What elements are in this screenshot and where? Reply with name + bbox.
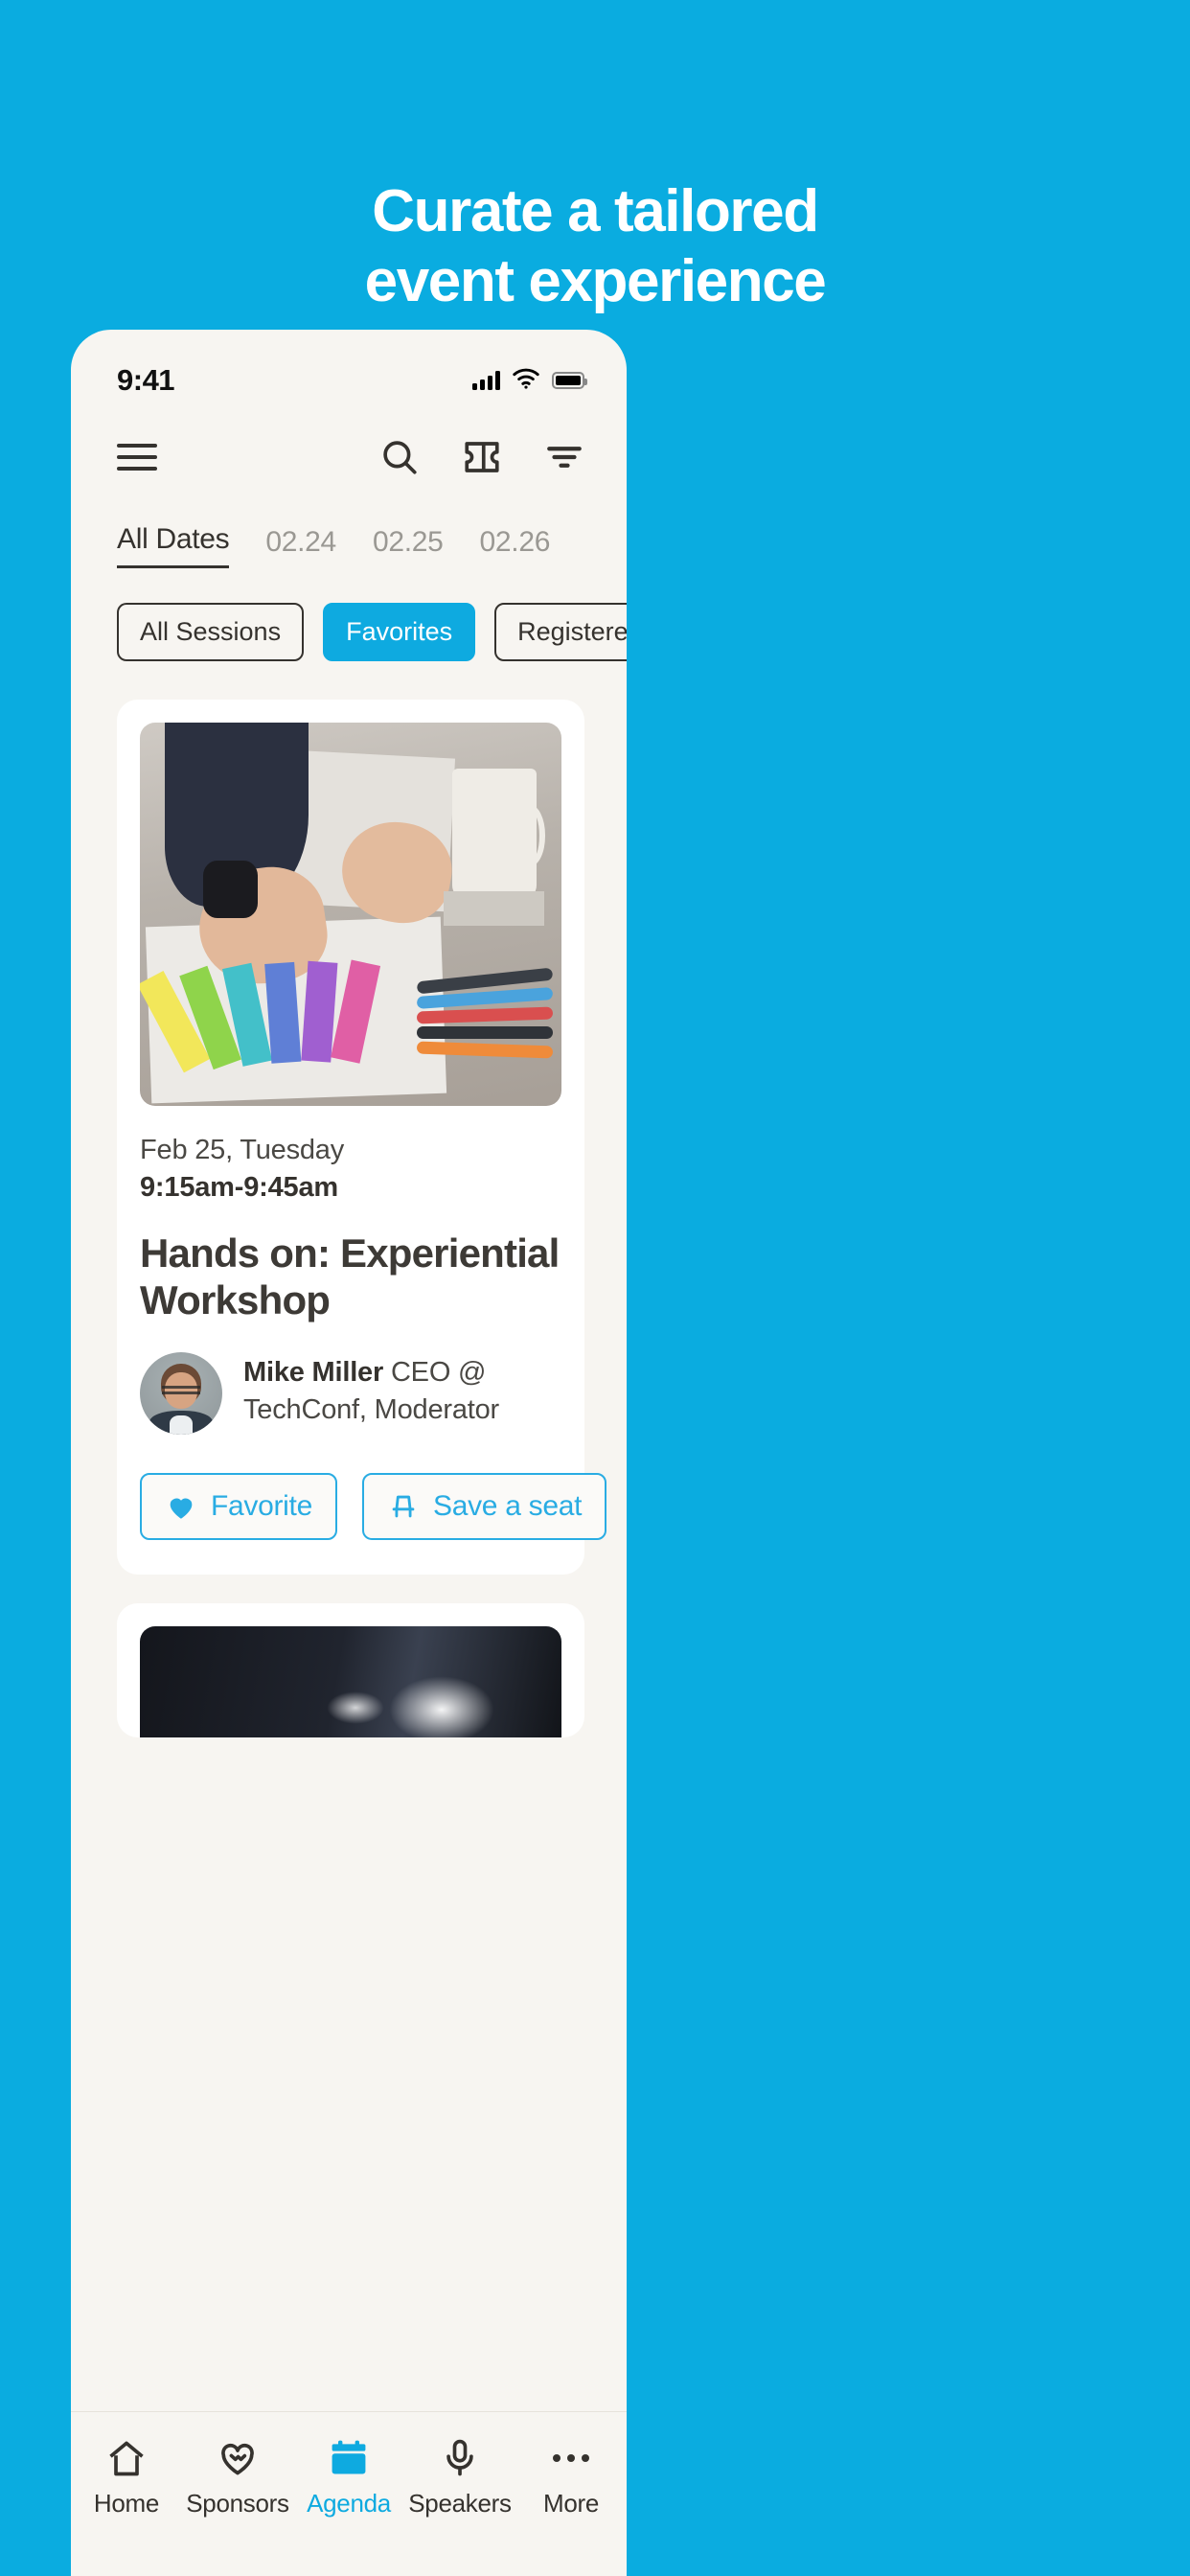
favorite-button[interactable]: Favorite xyxy=(140,1473,337,1541)
app-header xyxy=(71,410,627,487)
next-session-image xyxy=(140,1626,561,1738)
chip-all-sessions[interactable]: All Sessions xyxy=(117,603,305,661)
session-speaker[interactable]: Mike Miller CEO @ TechConf, Moderator xyxy=(140,1352,561,1436)
nav-item-agenda[interactable]: Agenda xyxy=(293,2437,404,2518)
nav-label-more: More xyxy=(542,2489,600,2518)
nav-item-home[interactable]: Home xyxy=(71,2437,182,2518)
filter-chip-group: All Sessions Favorites Registered xyxy=(71,568,627,661)
nav-label-speakers: Speakers xyxy=(408,2489,512,2518)
date-tab-0224[interactable]: 02.24 xyxy=(265,526,336,568)
nav-item-more[interactable]: More xyxy=(515,2437,627,2518)
search-icon[interactable] xyxy=(379,437,420,477)
nav-label-home: Home xyxy=(93,2489,160,2518)
filter-icon[interactable] xyxy=(544,437,584,477)
headline-line-1: Curate a tailored xyxy=(372,178,819,244)
nav-item-sponsors[interactable]: Sponsors xyxy=(182,2437,293,2518)
ticket-icon[interactable] xyxy=(462,437,502,477)
cellular-signal-icon xyxy=(472,371,500,390)
bottom-navigation: Home Sponsors Agenda Speakers More xyxy=(71,2411,627,2576)
chair-icon xyxy=(387,1490,420,1523)
save-a-seat-button-label: Save a seat xyxy=(432,1490,583,1523)
status-bar: 9:41 xyxy=(71,330,627,410)
promo-headline: Curate a tailored event experience xyxy=(0,177,1190,316)
next-session-card[interactable] xyxy=(117,1603,584,1738)
status-bar-icons xyxy=(472,368,587,394)
session-image xyxy=(140,723,561,1106)
battery-full-icon xyxy=(552,372,587,389)
wifi-icon xyxy=(512,368,540,394)
handshake-heart-icon xyxy=(217,2437,259,2479)
heart-icon xyxy=(165,1490,197,1523)
date-tab-0226[interactable]: 02.26 xyxy=(480,526,551,568)
ellipsis-icon xyxy=(553,2437,589,2479)
avatar xyxy=(140,1352,222,1436)
session-title: Hands on: Experiential Workshop xyxy=(140,1230,560,1322)
favorite-button-label: Favorite xyxy=(211,1490,312,1523)
phone-mockup: 9:41 All Dates 02.24 02.25 02.26 All Ses… xyxy=(71,330,627,2576)
app-header-actions xyxy=(379,437,584,477)
nav-label-agenda: Agenda xyxy=(307,2489,391,2518)
microphone-icon xyxy=(439,2437,481,2479)
chip-registered[interactable]: Registered xyxy=(494,603,627,661)
date-tabs: All Dates 02.24 02.25 02.26 xyxy=(71,487,627,568)
speaker-details: Mike Miller CEO @ TechConf, Moderator xyxy=(243,1352,561,1428)
nav-label-sponsors: Sponsors xyxy=(186,2489,289,2518)
speaker-name: Mike Miller xyxy=(243,1357,384,1389)
chip-favorites[interactable]: Favorites xyxy=(323,603,476,661)
session-date: Feb 25, Tuesday xyxy=(140,1135,345,1165)
session-card[interactable]: Feb 25, Tuesday 9:15am-9:45am Hands on: … xyxy=(117,700,607,1576)
calendar-icon xyxy=(328,2437,370,2479)
date-tab-0225[interactable]: 02.25 xyxy=(373,526,444,568)
status-bar-time: 9:41 xyxy=(117,363,175,397)
hamburger-menu-icon[interactable] xyxy=(117,444,157,471)
nav-item-speakers[interactable]: Speakers xyxy=(404,2437,515,2518)
date-tab-all-dates[interactable]: All Dates xyxy=(117,523,230,568)
home-icon xyxy=(105,2437,148,2479)
save-a-seat-button[interactable]: Save a seat xyxy=(361,1473,607,1541)
headline-line-2: event experience xyxy=(364,247,827,314)
session-actions: Favorite Save a seat xyxy=(140,1473,607,1541)
session-time: 9:15am-9:45am xyxy=(140,1172,338,1203)
